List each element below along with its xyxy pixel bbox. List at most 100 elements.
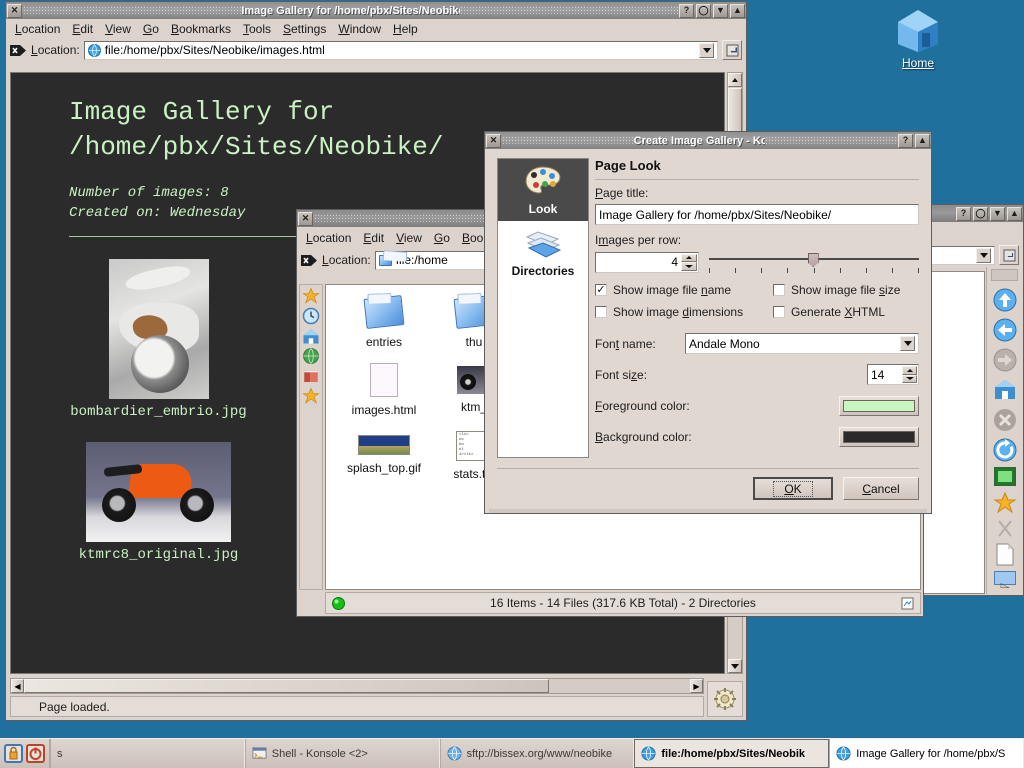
checkbox-show-image-file-name[interactable]: ✓ Show image file name (595, 283, 773, 297)
background-window-sidebar-toolbar[interactable]: ⌳ (986, 267, 1022, 594)
gallery-caption[interactable]: ktmrc8_original.jpg (51, 547, 266, 563)
menu-tools[interactable]: Tools (237, 20, 277, 38)
sidebar-item-directories[interactable]: Directories (498, 221, 588, 283)
font-name-dropdown-arrow[interactable] (900, 336, 915, 351)
history-clock-icon[interactable] (302, 307, 320, 325)
bookmark-star-icon[interactable] (302, 387, 320, 405)
gallery-caption[interactable]: bombardier_embrio.jpg (51, 404, 266, 420)
page-title-input[interactable]: Image Gallery for /home/pbx/Sites/Neobik… (599, 208, 831, 222)
lock-icon[interactable] (4, 744, 23, 763)
bookmarks-book-icon[interactable] (302, 367, 320, 385)
menu-location[interactable]: Location (9, 20, 66, 38)
taskbar-item[interactable]: Shell - Konsole <2> (245, 739, 440, 768)
menu-edit[interactable]: Edit (357, 229, 390, 247)
file-label[interactable]: entries (344, 335, 424, 349)
go-button[interactable] (722, 40, 742, 60)
images-per-row-slider[interactable] (709, 251, 919, 273)
logout-icon[interactable] (26, 744, 45, 763)
foreground-color-button[interactable] (839, 396, 919, 416)
taskbar-system-buttons[interactable] (0, 739, 50, 768)
shade-button[interactable]: ▲ (730, 4, 745, 18)
file-label[interactable]: splash_top.gif (344, 461, 424, 475)
cancel-button[interactable]: Cancel (843, 477, 919, 500)
network-globe-icon[interactable] (302, 347, 320, 365)
back-arrow-icon[interactable] (992, 317, 1018, 343)
toolbar-overflow-chevron[interactable]: ⌳ (987, 576, 1023, 592)
toolbar-handle[interactable] (991, 269, 1018, 281)
checkbox-show-image-file-size[interactable]: Show image file size (773, 283, 900, 297)
main-window-menubar[interactable]: Location Edit View Go Bookmarks Tools Se… (6, 19, 746, 38)
font-size-spinner[interactable] (902, 366, 917, 383)
images-per-row-spinner[interactable] (681, 254, 697, 271)
menu-bookmarks[interactable]: Bookmarks (165, 20, 237, 38)
menu-view[interactable]: View (390, 229, 428, 247)
minimize-button[interactable]: ▼ (713, 4, 728, 18)
thumbnail-bombardier-embrio[interactable] (109, 259, 209, 399)
dialog-sidebar[interactable]: Look Directories (497, 158, 589, 458)
thumbnail-ktmrc8-original[interactable] (86, 442, 231, 542)
checkbox-box[interactable] (773, 306, 785, 318)
location-dropdown-arrow[interactable] (699, 43, 714, 58)
new-document-icon[interactable] (994, 543, 1016, 567)
help-button[interactable]: ? (679, 4, 694, 18)
font-name-value[interactable]: Andale Mono (689, 337, 900, 351)
close-button[interactable]: ✕ (486, 134, 501, 148)
menu-go[interactable]: Go (137, 20, 165, 38)
ok-button[interactable]: OK (753, 477, 833, 500)
menu-location[interactable]: Location (300, 229, 357, 247)
spinner-down-button[interactable] (902, 375, 917, 384)
spinner-up-button[interactable] (902, 366, 917, 375)
menu-go[interactable]: Go (428, 229, 456, 247)
taskbar[interactable]: s Shell - Konsole <2> sftp://bissex.org/… (0, 738, 1024, 768)
konqueror-throbber[interactable] (707, 681, 743, 717)
main-window-locationbar[interactable]: Location: file:/home/pbx/Sites/Neobike/i… (6, 38, 746, 62)
menu-edit[interactable]: Edit (66, 20, 99, 38)
scroll-up-button[interactable] (728, 73, 742, 87)
help-button[interactable]: ? (956, 207, 971, 221)
bookmark-star-icon[interactable] (993, 491, 1017, 515)
close-button[interactable]: ✕ (7, 4, 22, 18)
up-arrow-icon[interactable] (992, 287, 1018, 313)
scroll-right-button[interactable]: ▶ (690, 679, 703, 693)
sidebar-item-look[interactable]: Look (498, 159, 588, 221)
checkbox-box[interactable] (595, 306, 607, 318)
taskbar-item[interactable]: Image Gallery for /home/pbx/S (829, 739, 1024, 768)
maximize-button[interactable]: ◯ (696, 4, 711, 18)
clear-location-icon[interactable] (10, 43, 27, 58)
scroll-thumb-horizontal[interactable] (24, 679, 549, 693)
spinner-up-button[interactable] (681, 254, 697, 263)
minimize-button[interactable]: ▼ (990, 207, 1005, 221)
gallery-item[interactable]: ktmrc8_original.jpg (51, 442, 266, 563)
file-item[interactable]: images.html (344, 363, 424, 417)
spinner-down-button[interactable] (681, 262, 697, 271)
scroll-down-button[interactable] (728, 659, 742, 673)
checkbox-generate-xhtml[interactable]: Generate XHTML (773, 305, 885, 319)
menu-settings[interactable]: Settings (277, 20, 332, 38)
font-size-value[interactable]: 14 (871, 368, 884, 382)
taskbar-item[interactable]: s (50, 739, 245, 768)
file-item[interactable]: entries (344, 297, 424, 349)
home-icon[interactable] (302, 327, 320, 345)
checkbox-box[interactable]: ✓ (595, 284, 607, 296)
main-window-titlebar[interactable]: ✕ Image Gallery for /home/pbx/Sites/Neob… (6, 2, 746, 19)
close-button[interactable]: ✕ (298, 212, 313, 226)
clear-location-icon[interactable] (301, 253, 318, 268)
menu-help[interactable]: Help (387, 20, 424, 38)
scroll-left-button[interactable]: ◀ (11, 679, 24, 693)
background-color-button[interactable] (839, 427, 919, 447)
page-horizontal-scrollbar[interactable]: ◀ ▶ (10, 678, 704, 694)
location-dropdown-arrow[interactable] (976, 248, 991, 263)
checkbox-show-image-dimensions[interactable]: Show image dimensions (595, 305, 773, 319)
view-mode-icon[interactable] (901, 597, 914, 610)
taskbar-item-active[interactable]: file:/home/pbx/Sites/Neobik (634, 739, 829, 768)
menu-window[interactable]: Window (332, 20, 387, 38)
images-per-row-value[interactable]: 4 (671, 255, 678, 269)
reload-icon[interactable] (992, 437, 1018, 463)
file-label[interactable]: images.html (344, 403, 424, 417)
location-input-value[interactable]: file:/home/pbx/Sites/Neobike/images.html (105, 43, 695, 57)
dialog-resize-grip[interactable] (489, 509, 927, 513)
file-item[interactable]: splash_top.gif (344, 431, 424, 481)
shade-button[interactable]: ▲ (1007, 207, 1022, 221)
terminal-icon[interactable] (994, 467, 1016, 487)
create-image-gallery-dialog[interactable]: ✕ Create Image Gallery - Konqueror ? ▲ L… (484, 131, 932, 514)
